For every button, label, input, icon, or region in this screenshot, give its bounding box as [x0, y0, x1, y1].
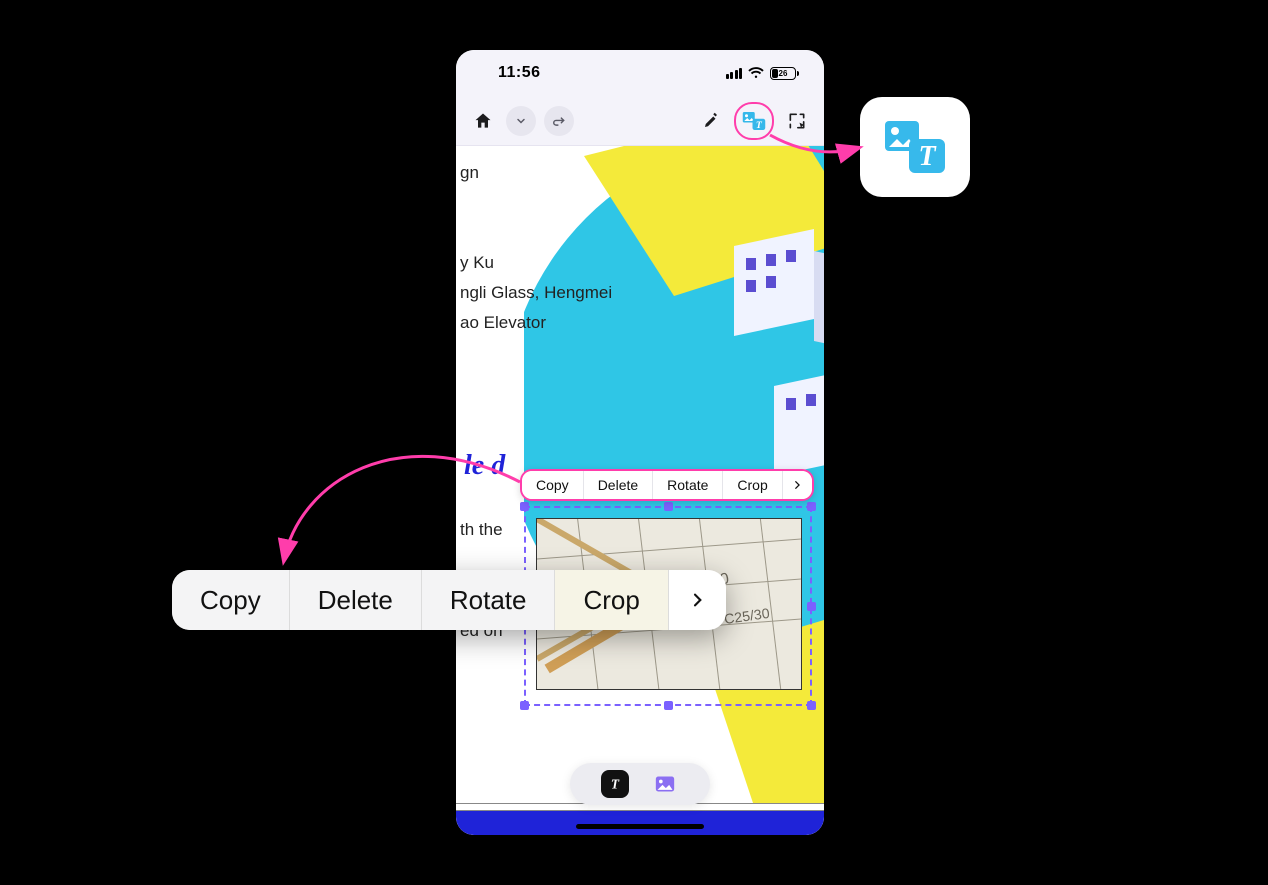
toolbar-dropdown-button[interactable]	[506, 106, 536, 136]
cellular-signal-icon	[726, 68, 743, 79]
status-bar: 11:56 26	[456, 50, 824, 96]
document-text-block: gn y Ku ngli Glass, Hengmei ao Elevator	[460, 158, 612, 338]
chevron-right-icon	[792, 478, 802, 492]
redo-icon	[552, 114, 566, 128]
image-text-button-highlight: T	[734, 102, 774, 140]
doc-line: ngli Glass, Hengmei	[460, 278, 612, 308]
resize-handle[interactable]	[807, 502, 816, 511]
battery-percent: 26	[779, 69, 788, 78]
callout-crop-button[interactable]: Crop	[555, 570, 667, 630]
context-crop-button[interactable]: Crop	[723, 471, 781, 499]
resize-handle[interactable]	[664, 502, 673, 511]
document-heading-fragment: le d	[464, 450, 505, 482]
redo-button[interactable]	[544, 106, 574, 136]
document-body-fragment: th the	[460, 520, 503, 540]
callout-copy-button[interactable]: Copy	[172, 570, 290, 630]
battery-icon: 26	[770, 67, 796, 80]
home-icon	[473, 111, 493, 131]
resize-handle[interactable]	[664, 701, 673, 710]
image-text-button[interactable]: T	[742, 106, 766, 136]
chevron-right-icon	[689, 588, 705, 612]
svg-text:T: T	[756, 119, 763, 130]
next-page-peek	[456, 811, 824, 835]
callout-rotate-button[interactable]: Rotate	[422, 570, 556, 630]
context-more-button[interactable]	[782, 471, 812, 499]
wifi-icon	[748, 67, 764, 79]
image-text-icon-large: T	[883, 119, 947, 175]
context-delete-button[interactable]: Delete	[584, 471, 653, 499]
lasso-select-icon	[787, 111, 807, 131]
top-toolbar: T	[456, 96, 824, 146]
home-button[interactable]	[468, 106, 498, 136]
chevron-down-icon	[515, 115, 527, 127]
insert-image-button[interactable]	[651, 770, 679, 798]
insert-text-button[interactable]: T	[601, 770, 629, 798]
toolbar-icon-callout: T	[860, 97, 970, 197]
image-context-menu: Copy Delete Rotate Crop	[520, 469, 814, 501]
highlighter-button[interactable]	[696, 106, 726, 136]
doc-line: y Ku	[460, 248, 612, 278]
context-copy-button[interactable]: Copy	[522, 471, 584, 499]
highlighter-icon	[702, 112, 720, 130]
context-rotate-button[interactable]: Rotate	[653, 471, 723, 499]
resize-handle[interactable]	[520, 701, 529, 710]
callout-delete-button[interactable]: Delete	[290, 570, 422, 630]
insert-mode-pill: T	[570, 763, 710, 805]
phone-frame: 11:56 26	[456, 50, 824, 835]
resize-handle[interactable]	[807, 602, 816, 611]
image-icon	[655, 775, 675, 793]
statusbar-time: 11:56	[498, 64, 541, 82]
image-text-icon: T	[742, 111, 766, 131]
text-icon: T	[607, 776, 623, 792]
home-indicator[interactable]	[576, 824, 704, 829]
callout-more-button[interactable]	[668, 570, 726, 630]
doc-line: gn	[460, 158, 612, 188]
resize-handle[interactable]	[807, 701, 816, 710]
context-menu-callout: Copy Delete Rotate Crop	[172, 570, 726, 630]
lasso-select-button[interactable]	[782, 106, 812, 136]
resize-handle[interactable]	[520, 502, 529, 511]
statusbar-right: 26	[726, 67, 797, 80]
svg-text:T: T	[611, 777, 620, 792]
svg-text:T: T	[918, 141, 937, 172]
doc-line: ao Elevator	[460, 308, 612, 338]
